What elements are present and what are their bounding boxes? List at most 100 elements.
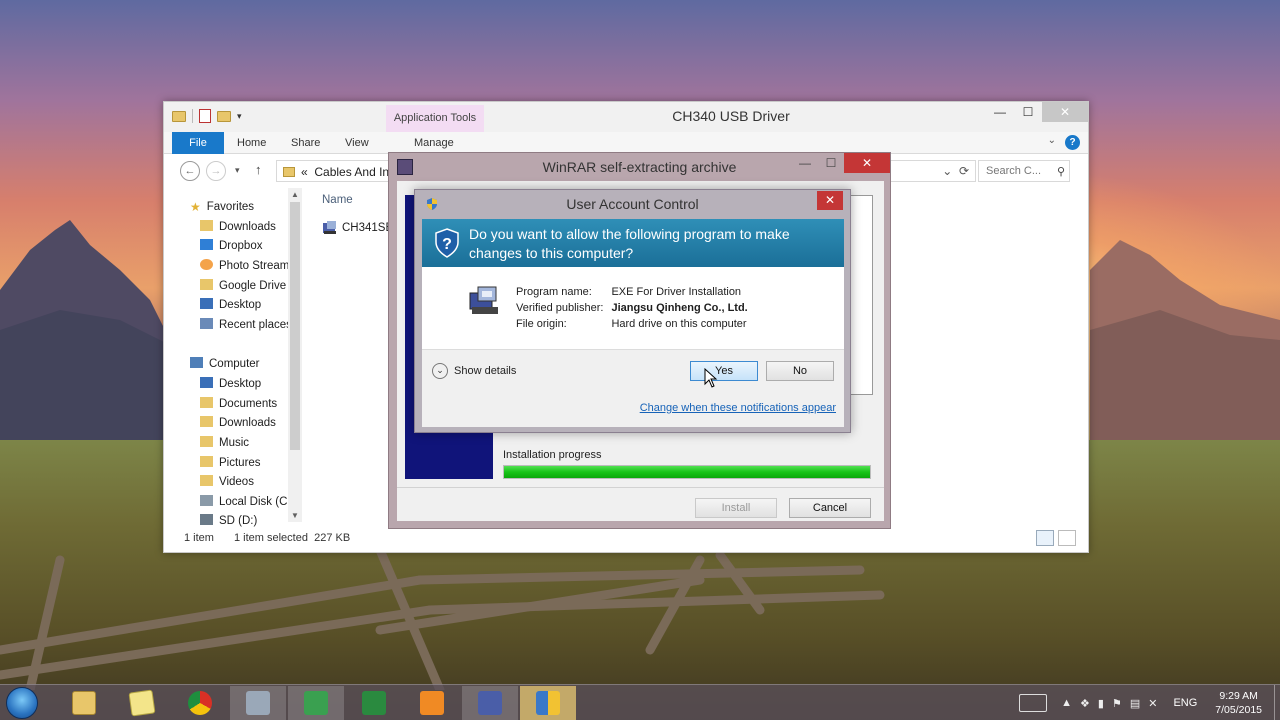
nav-item-desktop[interactable]: Desktop (200, 296, 261, 315)
nav-label: Favorites (206, 201, 255, 213)
nav-item-sd-card[interactable]: SD (D:) (200, 512, 257, 531)
maximize-icon[interactable]: ☐ (818, 153, 844, 173)
desktop-icon (200, 298, 213, 309)
nav-item-videos[interactable]: Videos (200, 473, 254, 492)
up-arrow-icon[interactable]: ↑ (255, 162, 262, 177)
minimize-icon[interactable]: — (986, 102, 1014, 122)
taskbar-uac-prompt[interactable] (520, 686, 576, 720)
uac-actions: ⌄ Show details Yes No Change when these … (422, 349, 844, 427)
system-tray: ▲ ❖ ▮ ⚑ ▤ ✕ ENG 9:29 AM 7/05/2015 (1019, 685, 1280, 720)
nav-item-music[interactable]: Music (200, 434, 249, 453)
nav-item-desktop[interactable]: Desktop (200, 375, 261, 394)
help-icon[interactable]: ? (1065, 135, 1080, 150)
nav-favorites[interactable]: ★ Favorites (190, 198, 254, 217)
scroll-down-icon[interactable]: ▼ (288, 511, 302, 520)
refresh-icon[interactable]: ⌄ ⟳ (942, 164, 969, 178)
search-input[interactable]: Search C... ⚲ (978, 160, 1070, 182)
close-icon[interactable]: ✕ (817, 191, 843, 210)
minimize-icon[interactable]: — (792, 153, 818, 173)
tab-share[interactable]: Share (291, 132, 320, 154)
recent-locations-icon[interactable]: ▾ (235, 165, 240, 176)
nav-pane-scrollbar[interactable]: ▲ ▼ (288, 188, 302, 522)
table-row: File origin: Hard drive on this computer (516, 317, 756, 333)
libraries-icon (128, 689, 156, 717)
nav-item-documents[interactable]: Documents (200, 395, 277, 414)
tab-view[interactable]: View (345, 132, 369, 154)
downloads-icon (200, 220, 213, 231)
scroll-up-icon[interactable]: ▲ (288, 190, 302, 199)
camtasia-recorder-icon (304, 691, 328, 715)
close-icon[interactable]: ✕ (844, 153, 890, 173)
nav-label: Downloads (219, 417, 276, 429)
show-details-toggle[interactable]: ⌄ Show details (432, 363, 516, 379)
sd-card-icon (200, 514, 213, 525)
nav-item-photo-stream[interactable]: Photo Stream (200, 257, 289, 276)
large-icons-view-icon[interactable] (1058, 530, 1076, 546)
scrollbar-thumb[interactable] (290, 202, 300, 450)
taskbar-libraries[interactable] (114, 686, 170, 720)
dropbox-tray-icon[interactable]: ❖ (1080, 697, 1090, 710)
flag-icon[interactable]: ⚑ (1112, 697, 1122, 710)
explorer-window-title: CH340 USB Driver (672, 108, 790, 124)
column-header-name[interactable]: Name (322, 194, 353, 206)
explorer-title-bar[interactable]: ▾ Application Tools CH340 USB Driver — ☐… (164, 102, 1088, 132)
videos-icon (200, 475, 213, 486)
install-button[interactable]: Install (695, 498, 777, 518)
nav-computer[interactable]: Computer (190, 355, 260, 374)
taskbar-file-explorer[interactable] (56, 686, 112, 720)
program-details-table: Program name: EXE For Driver Installation… (516, 285, 756, 333)
program-icon (469, 286, 498, 314)
tab-file[interactable]: File (172, 132, 224, 154)
expand-ribbon-icon[interactable]: ⌄ (1048, 135, 1056, 146)
clock[interactable]: 9:29 AM 7/05/2015 (1215, 689, 1262, 717)
wooden-fence (0, 545, 885, 690)
start-button[interactable] (6, 687, 38, 719)
nav-item-dropbox[interactable]: Dropbox (200, 237, 262, 256)
view-toggle (1036, 530, 1076, 546)
address-overflow: « (301, 165, 308, 179)
volume-muted-icon[interactable]: ✕ (1148, 697, 1157, 710)
taskbar-camtasia-studio[interactable] (346, 686, 402, 720)
nav-item-downloads[interactable]: Downloads (200, 414, 276, 433)
show-details-label: Show details (454, 365, 517, 377)
status-size: 227 KB (314, 532, 351, 544)
taskbar-camtasia-recorder[interactable] (288, 686, 344, 720)
taskbar: ▲ ❖ ▮ ⚑ ▤ ✕ ENG 9:29 AM 7/05/2015 (0, 684, 1280, 720)
search-icon[interactable]: ⚲ (1057, 165, 1065, 178)
nav-item-google-drive[interactable]: Google Drive (200, 277, 286, 296)
network-icon[interactable]: ▤ (1130, 697, 1140, 710)
taskbar-chrome[interactable] (172, 686, 228, 720)
user-account-control-dialog[interactable]: User Account Control ✕ ? Do you want to … (414, 189, 851, 433)
show-hidden-icons-icon[interactable]: ▲ (1061, 697, 1072, 709)
tab-home[interactable]: Home (237, 132, 266, 154)
cancel-button[interactable]: Cancel (789, 498, 871, 518)
nav-item-local-disk[interactable]: Local Disk (C:) (200, 493, 294, 512)
touch-keyboard-icon[interactable] (1019, 694, 1048, 712)
power-icon[interactable]: ▮ (1098, 697, 1104, 710)
address-breadcrumb[interactable]: Cables And Info (314, 165, 399, 179)
no-button[interactable]: No (766, 361, 834, 381)
maximize-icon[interactable]: ☐ (1014, 102, 1042, 122)
taskbar-installer[interactable] (230, 686, 286, 720)
nav-label: Music (219, 437, 250, 449)
nav-label: Google Drive (219, 280, 287, 292)
nav-item-downloads[interactable]: Downloads (200, 218, 276, 237)
nav-item-pictures[interactable]: Pictures (200, 454, 261, 473)
program-name-value: EXE For Driver Installation (611, 286, 742, 298)
camtasia-studio-icon (362, 691, 386, 715)
change-notifications-link[interactable]: Change when these notifications appear (640, 402, 836, 414)
forward-arrow-icon[interactable]: → (206, 161, 226, 181)
nav-item-recent-places[interactable]: Recent places (200, 316, 292, 335)
show-desktop-button[interactable] (1274, 685, 1280, 720)
close-icon[interactable]: ✕ (1042, 102, 1088, 122)
details-view-icon[interactable] (1036, 530, 1054, 546)
star-icon: ★ (190, 200, 201, 214)
back-arrow-icon[interactable]: ← (180, 161, 200, 181)
uac-question: Do you want to allow the following progr… (469, 226, 790, 261)
tab-manage[interactable]: Manage (414, 132, 454, 154)
language-indicator[interactable]: ENG (1173, 697, 1197, 709)
file-explorer-icon (72, 691, 96, 715)
taskbar-usb-driver-setup[interactable] (462, 686, 518, 720)
yes-button[interactable]: Yes (690, 361, 758, 381)
taskbar-pdf-tool[interactable] (404, 686, 460, 720)
